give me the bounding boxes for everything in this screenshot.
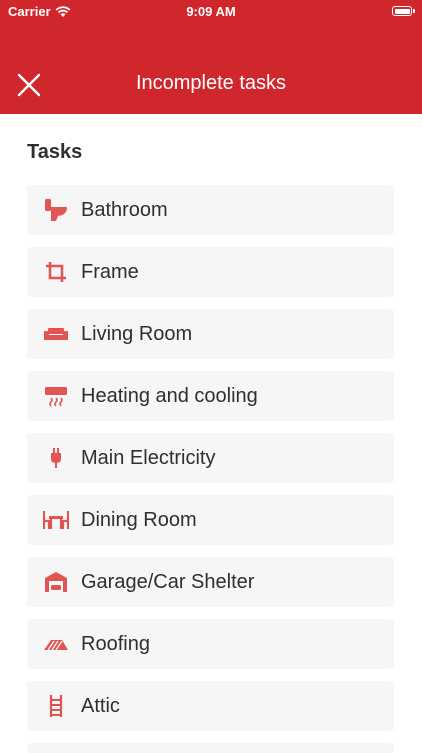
task-label: Bathroom — [81, 199, 168, 222]
garage-icon — [43, 569, 69, 595]
status-bar: Carrier 9:09 AM — [0, 0, 422, 24]
task-label: Roofing — [81, 633, 150, 656]
task-item-main-electricity[interactable]: Main Electricity — [27, 433, 394, 483]
clock: 9:09 AM — [0, 4, 422, 19]
task-item-attic[interactable]: Attic — [27, 681, 394, 731]
ladder-icon — [43, 693, 69, 719]
task-item-heating-and-cooling[interactable]: Heating and cooling — [27, 371, 394, 421]
toilet-icon — [43, 197, 69, 223]
task-label: Frame — [81, 261, 139, 284]
task-item-frame[interactable]: Frame — [27, 247, 394, 297]
battery-icon — [392, 6, 412, 16]
roof-icon — [43, 631, 69, 657]
dining-table-icon — [43, 507, 69, 533]
list-item[interactable] — [27, 743, 394, 753]
air-conditioner-icon — [43, 383, 69, 409]
task-item-roofing[interactable]: Roofing — [27, 619, 394, 669]
task-label: Dining Room — [81, 509, 197, 532]
section-title: Tasks — [27, 141, 82, 164]
task-label: Main Electricity — [81, 447, 215, 470]
task-item-dining-room[interactable]: Dining Room — [27, 495, 394, 545]
task-label: Attic — [81, 695, 120, 718]
sofa-icon — [43, 321, 69, 347]
task-list: Bathroom Frame Living Room — [27, 185, 394, 753]
task-item-garage-car-shelter[interactable]: Garage/Car Shelter — [27, 557, 394, 607]
crop-icon — [43, 259, 69, 285]
task-label: Living Room — [81, 323, 192, 346]
task-item-bathroom[interactable]: Bathroom — [27, 185, 394, 235]
task-label: Heating and cooling — [81, 385, 258, 408]
content: Tasks Bathroom Frame — [0, 114, 422, 750]
page-title: Incomplete tasks — [0, 72, 422, 95]
plug-icon — [43, 445, 69, 471]
task-label: Garage/Car Shelter — [81, 571, 254, 594]
task-item-living-room[interactable]: Living Room — [27, 309, 394, 359]
header: Carrier 9:09 AM Incomplete tasks — [0, 0, 422, 114]
